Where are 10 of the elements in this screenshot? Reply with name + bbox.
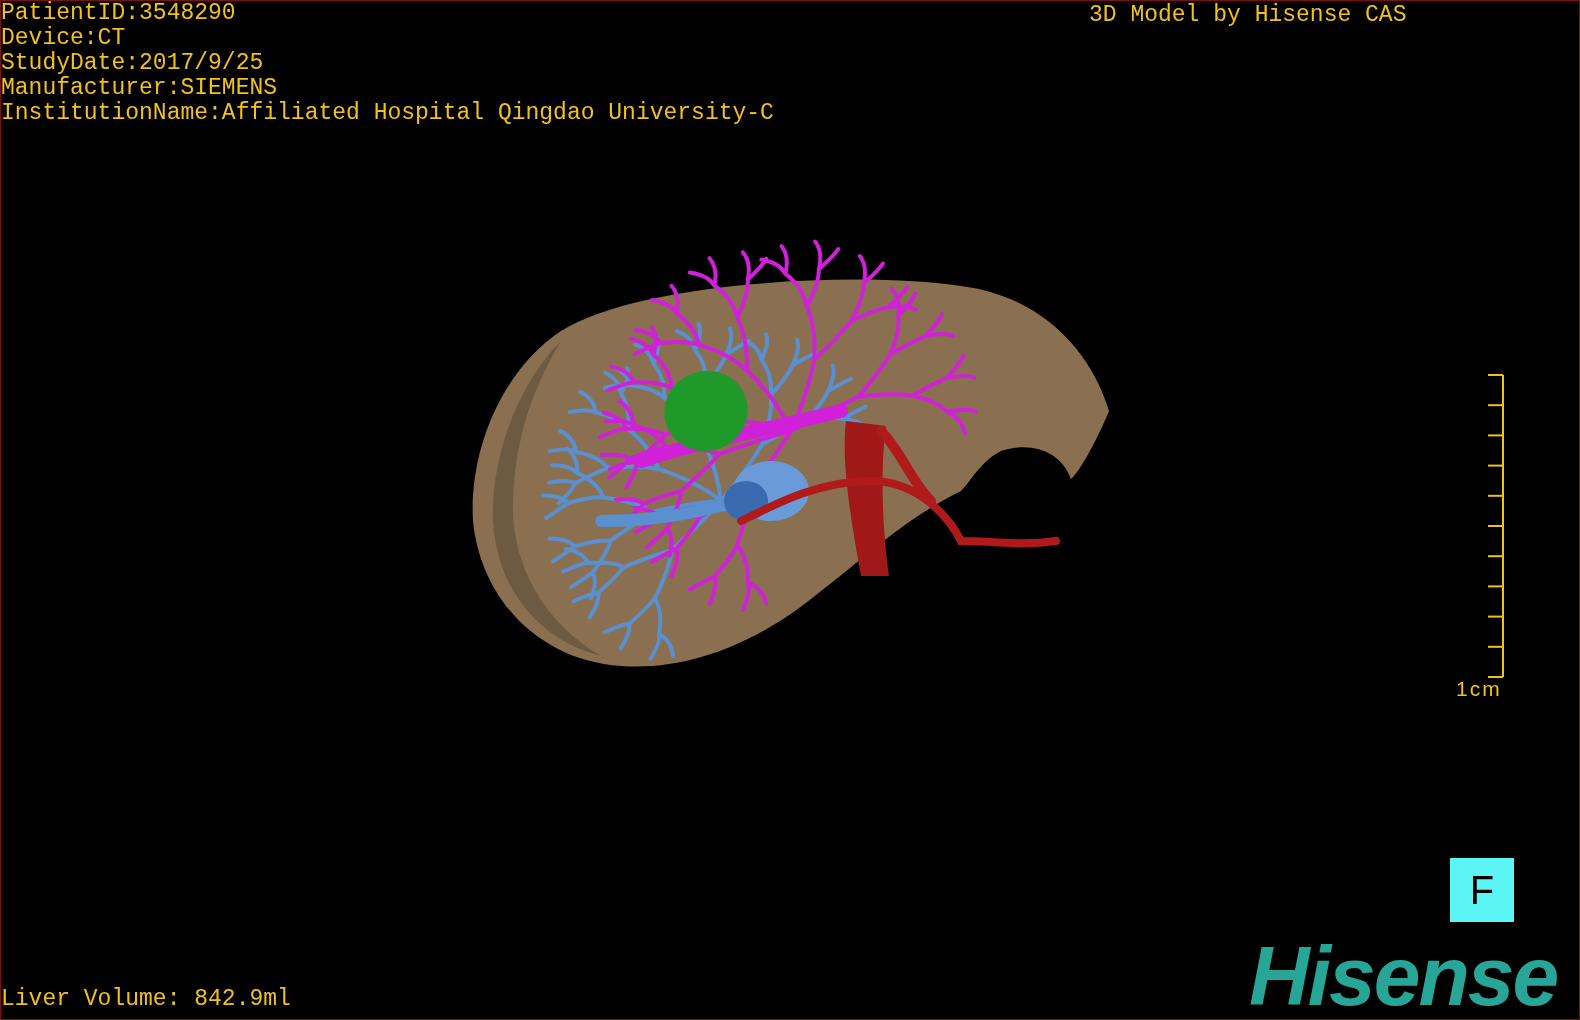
credit-text: 3D Model by Hisense CAS [1089,3,1407,28]
patient-info-text: PatientID:3548290 [1,1,237,26]
liver-volume-text: Liver Volume: 842.9ml [1,987,291,1012]
brand-logo: Hisense [1249,931,1558,1019]
orientation-marker: F [1450,858,1514,922]
patient-info-text: Device:CT [1,26,127,51]
patient-info-text: InstitutionName:Affiliated Hospital Qingdao University-C [1,101,774,126]
patient-info-text: StudyDate:2017/9/25 [1,51,265,76]
patient-info-text: Manufacturer:SIEMENS [1,76,279,101]
scale-label: 1cm [1456,677,1502,701]
